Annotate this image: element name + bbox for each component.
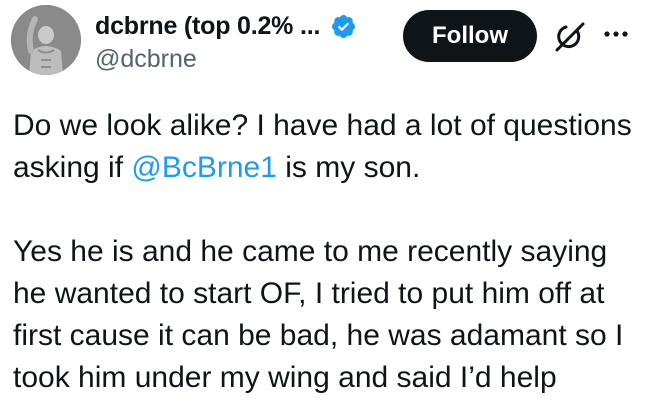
grok-icon[interactable] [552, 19, 588, 55]
author-display-name[interactable]: dcbrne (top 0.2% ... [95, 12, 320, 41]
tweet-paragraph-2: Yes he is and he came to me recently say… [13, 235, 624, 394]
tweet-text: Do we look alike? I have had a lot of qu… [13, 105, 643, 399]
author-name-row: dcbrne (top 0.2% ... [95, 7, 357, 45]
more-options-icon[interactable] [596, 14, 636, 54]
author-handle[interactable]: @dcbrne [95, 45, 197, 74]
tweet-header: dcbrne (top 0.2% ... @dcbrne Follow [0, 0, 646, 90]
tweet-paragraph-1: Do we look alike? I have had a lot of qu… [13, 105, 643, 189]
verified-badge-icon[interactable] [330, 13, 357, 40]
avatar-photo [11, 5, 81, 75]
mention-link[interactable]: @BcBrne1 [131, 151, 277, 184]
follow-button[interactable]: Follow [403, 10, 537, 62]
author-avatar[interactable] [11, 5, 81, 75]
tweet-text-part: is my son. [276, 151, 421, 184]
